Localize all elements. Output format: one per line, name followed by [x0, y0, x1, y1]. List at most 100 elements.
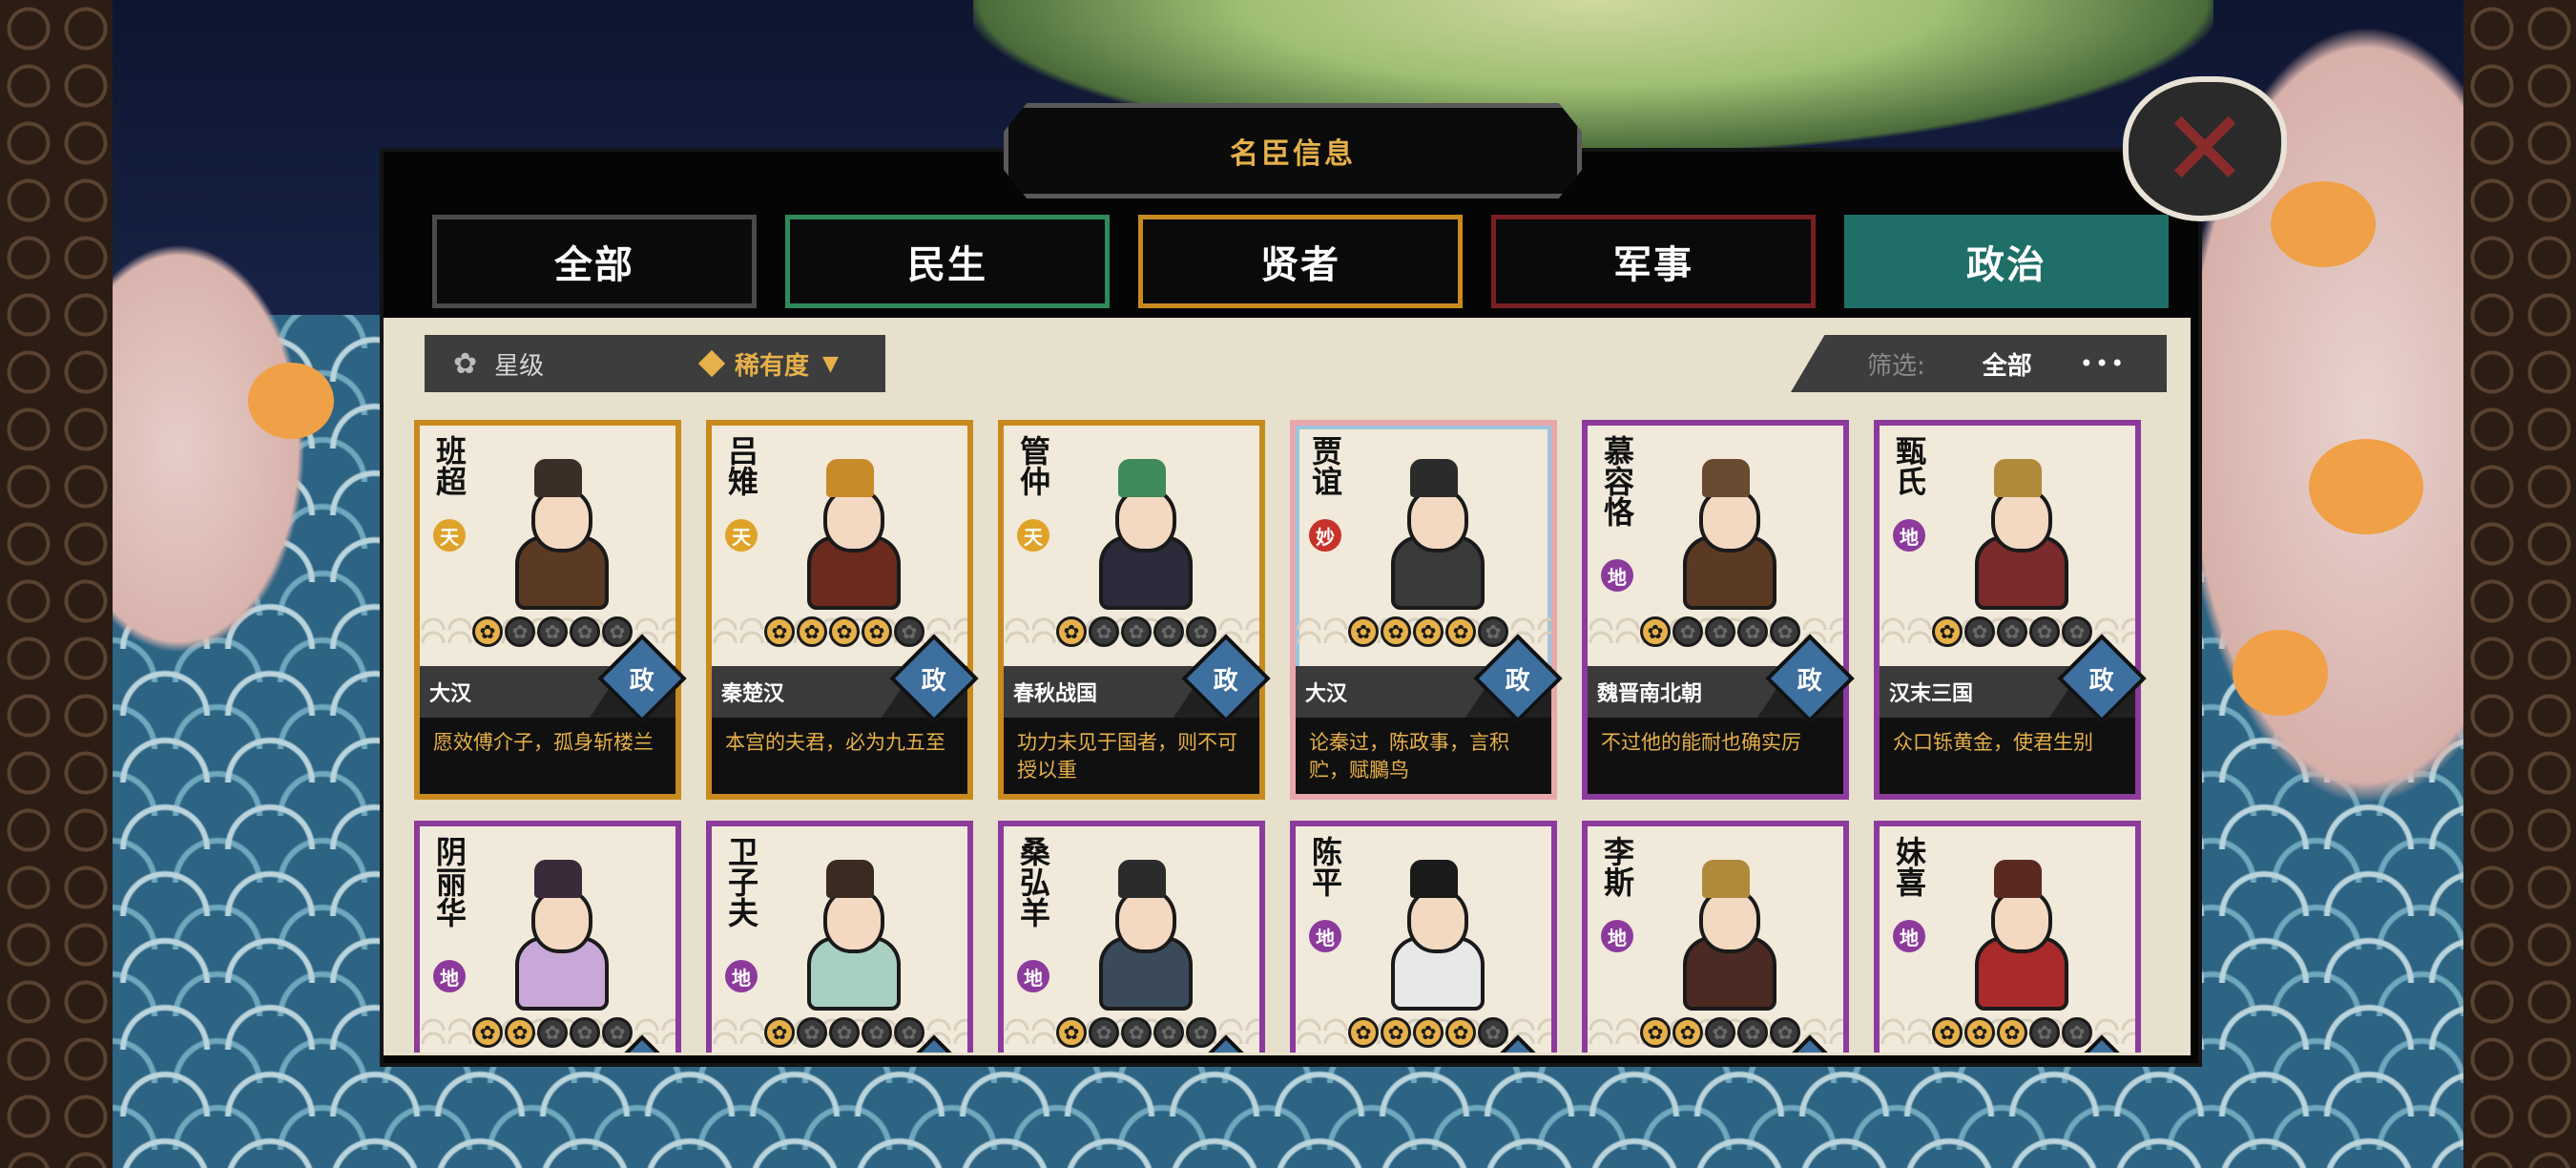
minister-name: 甄氏: [1891, 435, 1927, 496]
star-icon: ✿: [1413, 616, 1444, 647]
star-icon: ✿: [1348, 616, 1379, 647]
era-text: 春秋战国: [1013, 682, 1098, 706]
star-icon: ✿: [1705, 616, 1735, 647]
diamond-icon: [697, 349, 726, 378]
star-rating: ✿ ✿ ✿ ✿ ✿: [1640, 1017, 1800, 1048]
minister-card[interactable]: 管仲天 ✿ ✿ ✿ ✿ ✿ 春秋战国政功力未见于国者，则不可授以重: [998, 420, 1271, 800]
tab-all[interactable]: 全部: [432, 215, 757, 308]
star-rating: ✿ ✿ ✿ ✿ ✿: [472, 616, 633, 647]
minister-portrait: [783, 860, 917, 1011]
sort-by-star-button[interactable]: ✿ 星级: [425, 335, 682, 392]
rank-badge: 妙: [1309, 519, 1341, 552]
star-icon: ✿: [1640, 616, 1671, 647]
rank-badge: 地: [1893, 920, 1925, 952]
filter-value: 全部: [1982, 351, 2032, 381]
star-icon: ✿: [2029, 616, 2060, 647]
minister-portrait: [491, 459, 625, 610]
star-icon: ✿: [505, 1017, 535, 1048]
rank-badge: 地: [1309, 920, 1341, 952]
minister-name: 卫子夫: [723, 836, 759, 928]
minister-card[interactable]: 李斯地✿✿✿✿✿政: [1582, 821, 1855, 1053]
rank-badge: 地: [1893, 519, 1925, 552]
minister-name: 桑弘羊: [1015, 836, 1051, 928]
minister-portrait: [1367, 860, 1501, 1011]
minister-quote: 愿效傅介子，孤身斩楼兰: [420, 718, 675, 794]
star-rating: ✿ ✿ ✿ ✿ ✿: [1056, 1017, 1216, 1048]
star-icon: ✿: [1153, 1017, 1184, 1048]
tab-sage[interactable]: 贤者: [1138, 215, 1463, 308]
star-icon: ✿: [764, 1017, 795, 1048]
star-rating: ✿ ✿ ✿ ✿ ✿: [1932, 1017, 2092, 1048]
rank-badge: 地: [433, 960, 466, 992]
star-icon: ✿: [1056, 1017, 1087, 1048]
star-icon: ✿: [537, 1017, 568, 1048]
type-label: 政: [1213, 666, 1239, 696]
sort-by-rarity-button[interactable]: 稀有度 ▼: [649, 335, 885, 392]
autumn-tree: [248, 363, 334, 439]
star-icon: ✿: [797, 1017, 827, 1048]
star-rating: ✿ ✿ ✿ ✿ ✿: [1348, 616, 1508, 647]
type-label: 政: [1797, 666, 1823, 696]
type-label: 政: [1505, 666, 1531, 696]
minister-card[interactable]: 陈平地✿✿✿✿✿政: [1290, 821, 1563, 1053]
star-icon: ✿: [1381, 1017, 1411, 1048]
close-icon: ✕: [2160, 88, 2250, 210]
minister-card[interactable]: 慕容恪地 ✿ ✿ ✿ ✿ ✿ 魏晋南北朝政不过他的能耐也确实厉: [1582, 420, 1855, 800]
minister-quote: 众口铄黄金，使君生别: [1880, 718, 2135, 794]
star-icon: ✿: [570, 616, 600, 647]
minister-portrait: [1659, 860, 1793, 1011]
minister-card[interactable]: 卫子夫地✿✿✿✿✿政: [706, 821, 979, 1053]
minister-card[interactable]: 阴丽华地✿✿✿✿✿政: [414, 821, 687, 1053]
star-icon: ✿: [1478, 616, 1508, 647]
rank-badge: 天: [433, 519, 466, 552]
rank-badge: 天: [725, 519, 758, 552]
star-icon: ✿: [1997, 1017, 2027, 1048]
star-icon: ✿: [505, 616, 535, 647]
type-label: 政: [921, 666, 947, 696]
minister-portrait: [1951, 459, 2085, 610]
star-rating: ✿ ✿ ✿ ✿ ✿: [1932, 616, 2092, 647]
era-text: 大汉: [429, 682, 472, 706]
minister-card[interactable]: 吕雉天 ✿ ✿ ✿ ✿ ✿ 秦楚汉政本宫的夫君，必为九五至: [706, 420, 979, 800]
filter-label: 筛选:: [1867, 351, 1925, 381]
star-icon: ✿: [894, 616, 924, 647]
star-icon: ✿: [1478, 1017, 1508, 1048]
rank-badge: 地: [725, 960, 758, 992]
minister-quote: 论秦过，陈政事，言积贮，赋鵩鸟: [1296, 718, 1551, 794]
star-icon: ✿: [1770, 1017, 1800, 1048]
star-icon: ✿: [1997, 616, 2027, 647]
minister-card[interactable]: 妹喜地✿✿✿✿✿政: [1874, 821, 2147, 1053]
filter-dropdown[interactable]: 筛选: 全部 •••: [1791, 335, 2167, 392]
star-icon: ✿: [1089, 1017, 1119, 1048]
star-rating: ✿ ✿ ✿ ✿ ✿: [764, 1017, 924, 1048]
minister-card[interactable]: 甄氏地 ✿ ✿ ✿ ✿ ✿ 汉末三国政众口铄黄金，使君生别: [1874, 420, 2147, 800]
right-frame-border: [2463, 0, 2576, 1168]
minister-portrait: [1951, 860, 2085, 1011]
star-icon: ✿: [1121, 616, 1152, 647]
star-icon: ✿: [797, 616, 827, 647]
minister-card[interactable]: 桑弘羊地✿✿✿✿✿政: [998, 821, 1271, 1053]
more-options-icon[interactable]: •••: [2080, 350, 2126, 377]
star-icon: ✿: [862, 1017, 892, 1048]
minister-card[interactable]: 班超天 ✿ ✿ ✿ ✿ ✿ 大汉政愿效傅介子，孤身斩楼兰: [414, 420, 687, 800]
tab-label: 贤者: [1260, 243, 1340, 287]
tab-military[interactable]: 军事: [1491, 215, 1816, 308]
star-icon: ✿: [1964, 616, 1995, 647]
minister-portrait: [1659, 459, 1793, 610]
flower-icon: ✿: [453, 346, 478, 381]
era-text: 大汉: [1305, 682, 1348, 706]
minister-name: 陈平: [1307, 836, 1343, 897]
star-icon: ✿: [1186, 616, 1216, 647]
type-label: 政: [629, 666, 655, 696]
tab-livelihood[interactable]: 民生: [785, 215, 1110, 308]
minister-quote: 本宫的夫君，必为九五至: [712, 718, 967, 794]
minister-name: 阴丽华: [431, 836, 467, 928]
star-icon: ✿: [1932, 1017, 1963, 1048]
star-rating: ✿ ✿ ✿ ✿ ✿: [1056, 616, 1216, 647]
star-icon: ✿: [764, 616, 795, 647]
tab-politics[interactable]: 政治: [1844, 215, 2169, 308]
star-icon: ✿: [1705, 1017, 1735, 1048]
minister-quote: 功力未见于国者，则不可授以重: [1004, 718, 1259, 794]
star-icon: ✿: [2029, 1017, 2060, 1048]
minister-card[interactable]: 贾谊妙 ✿ ✿ ✿ ✿ ✿ 大汉政论秦过，陈政事，言积贮，赋鵩鸟: [1290, 420, 1563, 800]
